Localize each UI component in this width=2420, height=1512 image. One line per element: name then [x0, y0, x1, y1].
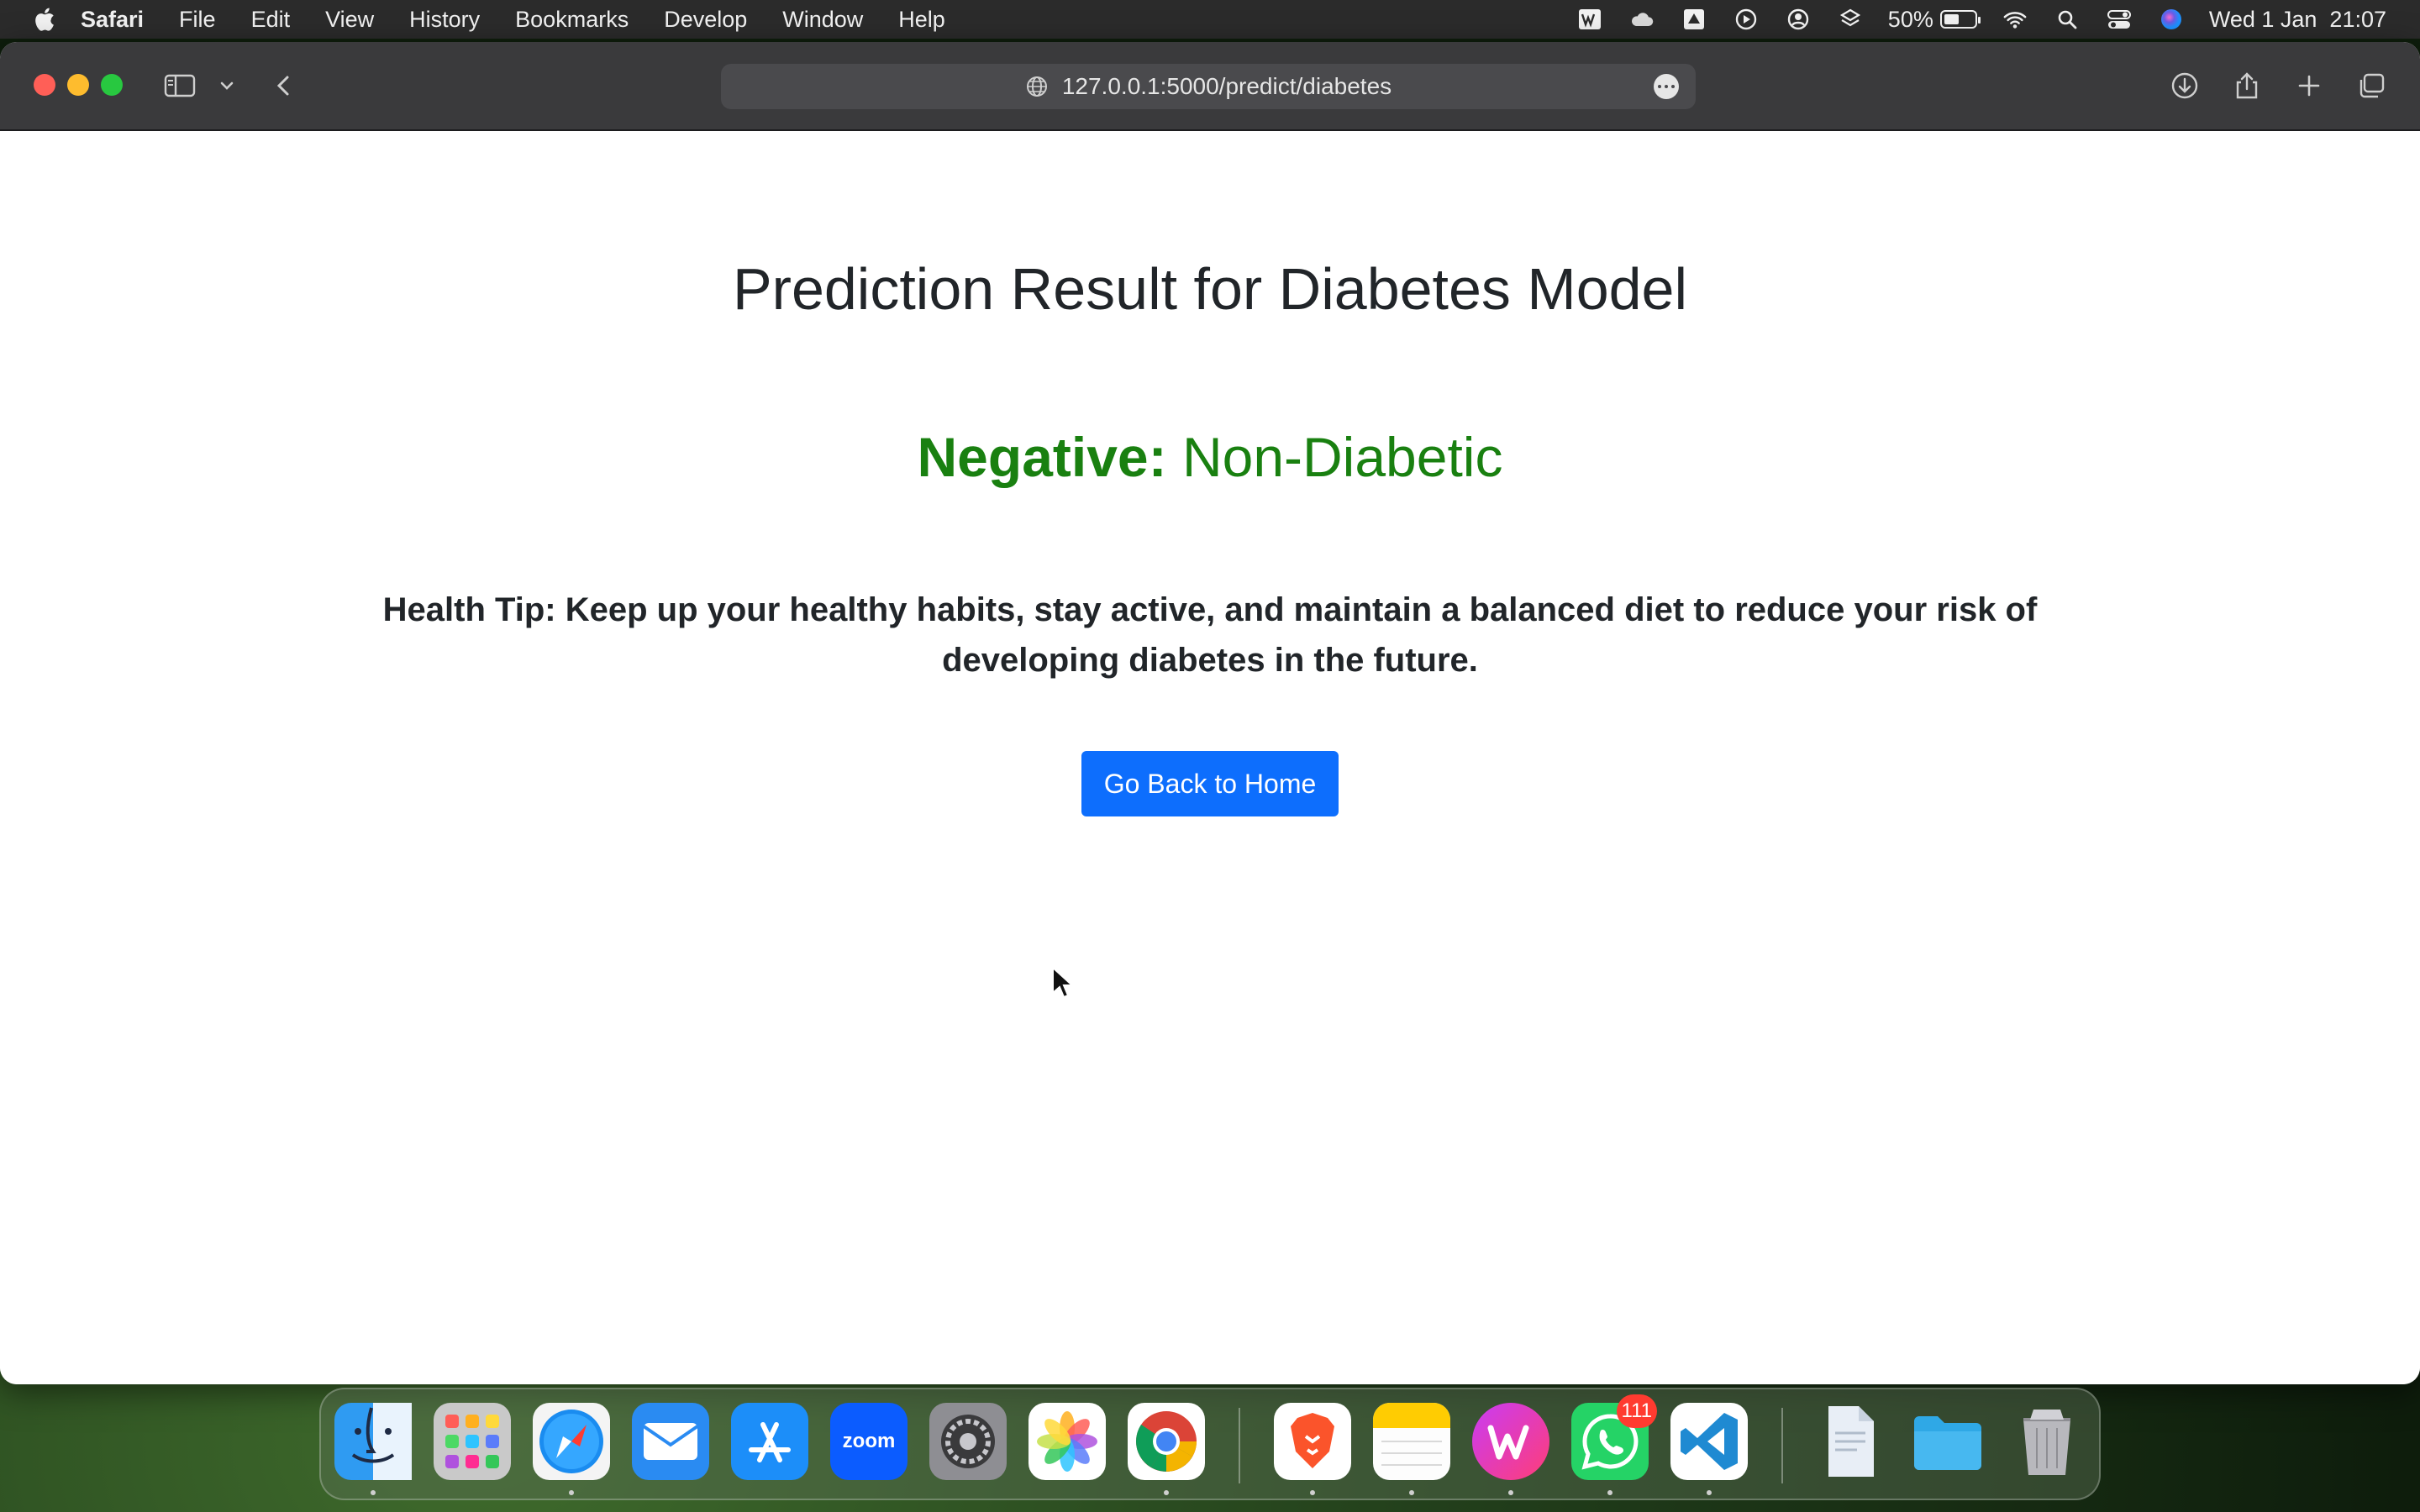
wps-icon [1472, 1403, 1549, 1480]
result-label: Negative: [917, 426, 1167, 488]
cloud-icon[interactable] [1628, 7, 1656, 32]
vscode-icon [1670, 1403, 1748, 1480]
menu-view[interactable]: View [325, 7, 374, 33]
play-icon[interactable] [1732, 7, 1760, 32]
sidebar-toggle-icon[interactable] [161, 67, 198, 104]
wifi-icon[interactable] [2001, 7, 2029, 32]
menu-clock[interactable]: Wed 1 Jan 21:07 [2209, 7, 2386, 33]
document-icon [1828, 1406, 1874, 1477]
battery-status[interactable]: 50% [1887, 6, 1981, 33]
drive-icon[interactable] [1680, 7, 1708, 32]
health-tip-text: Keep up your healthy habits, stay active… [555, 591, 2038, 679]
dock-folder[interactable] [1909, 1403, 1986, 1480]
chrome-icon [1128, 1403, 1205, 1480]
dock-mail[interactable] [632, 1403, 709, 1480]
siri-icon[interactable] [2157, 7, 2186, 32]
page-menu-more-icon[interactable] [1654, 74, 1679, 99]
whatsapp-badge: 111 [1616, 1394, 1657, 1428]
launchpad-icon [434, 1403, 511, 1480]
dock-photos[interactable] [1028, 1403, 1106, 1480]
running-indicator [569, 1490, 574, 1495]
menu-history[interactable]: History [409, 7, 480, 33]
new-tab-plus-icon[interactable] [2291, 67, 2328, 104]
dock-whatsapp[interactable]: 111 [1571, 1394, 1657, 1495]
dock-vscode[interactable] [1670, 1403, 1748, 1495]
menu-file[interactable]: File [179, 7, 216, 33]
running-indicator [1310, 1490, 1315, 1495]
battery-icon [1939, 10, 1981, 29]
mouse-cursor-icon [1052, 966, 1074, 999]
apple-menu-icon[interactable] [32, 6, 55, 33]
battery-percent: 50% [1887, 6, 1933, 32]
dock-wps[interactable] [1472, 1403, 1549, 1495]
brave-icon [1274, 1403, 1351, 1480]
downloads-icon[interactable] [2166, 67, 2203, 104]
web-page: Prediction Result for Diabetes Model Neg… [0, 131, 2420, 1384]
window-close-button[interactable] [34, 74, 55, 96]
menu-edit[interactable]: Edit [251, 7, 291, 33]
notes-icon [1373, 1403, 1450, 1480]
share-icon[interactable] [2228, 67, 2265, 104]
page-title: Prediction Result for Diabetes Model [732, 256, 1688, 322]
layers-icon[interactable] [1836, 7, 1865, 32]
safari-window: 127.0.0.1:5000/predict/diabetes Predicti… [0, 42, 2420, 1384]
battery-level [1944, 14, 1959, 24]
dock-notes[interactable] [1373, 1403, 1450, 1495]
window-zoom-button[interactable] [101, 74, 123, 96]
dock: zoom 111 [319, 1388, 2101, 1500]
dock-safari[interactable] [533, 1403, 610, 1495]
running-indicator [1164, 1490, 1169, 1495]
photos-icon [1028, 1403, 1106, 1480]
result-value: Non-Diabetic [1166, 426, 1503, 488]
back-chevron-icon[interactable] [266, 67, 302, 104]
window-minimize-button[interactable] [67, 74, 89, 96]
dock-document[interactable] [1810, 1403, 1887, 1480]
menu-develop[interactable]: Develop [664, 7, 747, 33]
dock-chrome[interactable] [1128, 1403, 1205, 1495]
dock-zoom[interactable]: zoom [830, 1403, 908, 1480]
finder-icon [334, 1403, 412, 1480]
health-tip: Health Tip: Keep up your healthy habits,… [294, 585, 2126, 685]
health-tip-label: Health Tip: [382, 591, 556, 628]
menu-window[interactable]: Window [782, 7, 863, 33]
tab-overview-icon[interactable] [2353, 67, 2390, 104]
menu-bookmarks[interactable]: Bookmarks [515, 7, 629, 33]
control-center-icon[interactable] [2105, 7, 2133, 32]
dock-trash[interactable] [2008, 1403, 2086, 1480]
settings-icon [929, 1403, 1007, 1480]
dock-finder[interactable] [334, 1403, 412, 1495]
folder-icon [1914, 1416, 1981, 1470]
trash-icon [2023, 1410, 2070, 1475]
prediction-result: Negative: Non-Diabetic [0, 425, 2420, 489]
dock-system-settings[interactable] [929, 1403, 1007, 1480]
spotlight-search-icon[interactable] [2053, 7, 2081, 32]
tab-group-chevron-down-icon[interactable] [208, 67, 245, 104]
dock-divider [1239, 1408, 1240, 1483]
user-account-icon[interactable] [1784, 7, 1812, 32]
dock-brave[interactable] [1274, 1403, 1351, 1495]
url-text: 127.0.0.1:5000/predict/diabetes [1061, 73, 1392, 99]
app-store-icon [731, 1403, 808, 1480]
running-indicator [1508, 1490, 1513, 1495]
go-back-home-button[interactable]: Go Back to Home [1081, 751, 1339, 816]
globe-icon [1026, 76, 1047, 97]
dock-app-store[interactable] [731, 1403, 808, 1480]
menu-help[interactable]: Help [898, 7, 945, 33]
browser-toolbar: 127.0.0.1:5000/predict/diabetes [0, 42, 2420, 131]
menu-bar: Safari File Edit View History Bookmarks … [0, 0, 2420, 39]
running-indicator [371, 1490, 376, 1495]
wps-status-icon[interactable] [1576, 7, 1604, 32]
mail-icon [632, 1403, 709, 1480]
dock-launchpad[interactable] [434, 1403, 511, 1480]
status-area: 50% Wed 1 Jan 21:07 [1576, 0, 2386, 39]
running-indicator [1409, 1490, 1414, 1495]
zoom-icon: zoom [842, 1430, 896, 1452]
menu-app-name[interactable]: Safari [81, 7, 144, 33]
running-indicator [1707, 1490, 1712, 1495]
dock-divider [1781, 1408, 1783, 1483]
safari-icon [533, 1403, 610, 1480]
running-indicator [1607, 1490, 1612, 1495]
address-bar[interactable]: 127.0.0.1:5000/predict/diabetes [721, 64, 1696, 109]
